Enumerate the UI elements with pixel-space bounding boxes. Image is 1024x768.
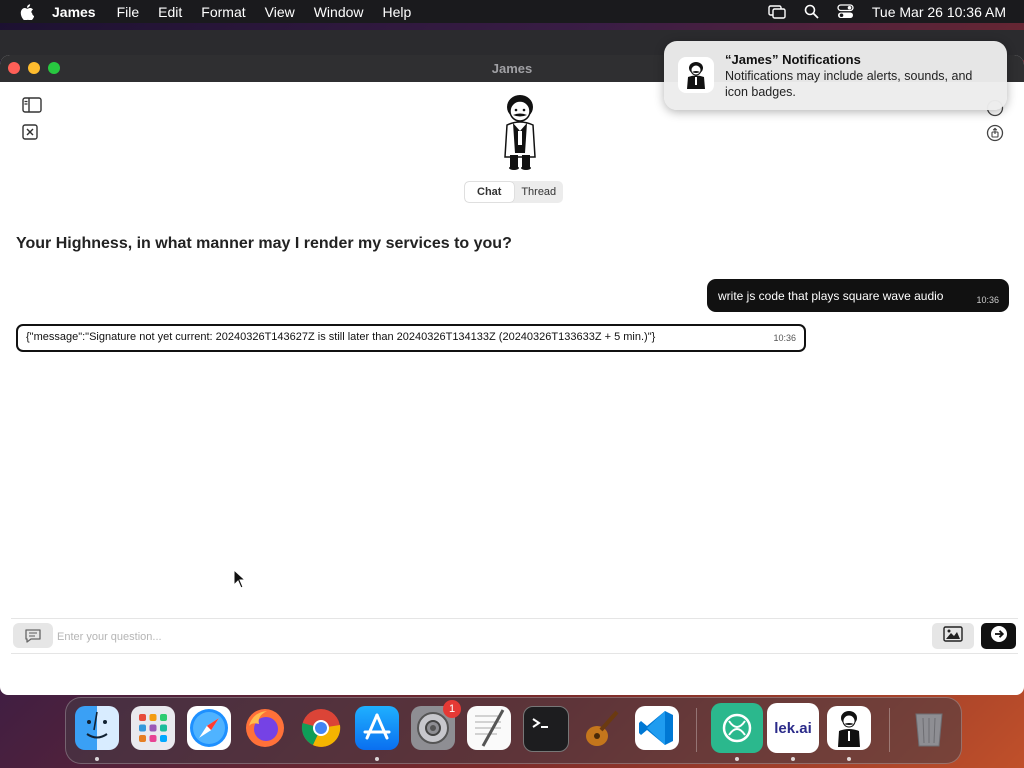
finder-running-indicator bbox=[95, 757, 99, 761]
chat-bubble-icon[interactable] bbox=[13, 623, 53, 648]
apple-icon[interactable] bbox=[18, 3, 36, 21]
notification-banner[interactable]: “James” Notifications Notifications may … bbox=[664, 41, 1007, 110]
assistant-message-text: {"message":"Signature not yet current: 2… bbox=[26, 331, 656, 343]
menu-clock[interactable]: Tue Mar 26 10:36 AM bbox=[872, 4, 1006, 20]
image-icon bbox=[943, 625, 963, 647]
james-icon[interactable] bbox=[827, 706, 871, 750]
chatgpt-icon[interactable] bbox=[711, 703, 763, 753]
assistant-message-time: 10:36 bbox=[773, 333, 796, 343]
launchpad-icon[interactable] bbox=[131, 706, 175, 750]
user-message-bubble: write js code that plays square wave aud… bbox=[707, 279, 1009, 312]
window-maximize-button[interactable] bbox=[48, 62, 60, 74]
user-message-text: write js code that plays square wave aud… bbox=[718, 289, 944, 303]
send-button[interactable] bbox=[981, 623, 1016, 649]
james-app-icon bbox=[678, 57, 714, 93]
question-input[interactable] bbox=[55, 625, 919, 649]
dock-separator bbox=[696, 708, 697, 752]
menu-view[interactable]: View bbox=[265, 4, 295, 20]
james-running-indicator bbox=[847, 757, 851, 761]
sidebar-toggle-icon[interactable] bbox=[22, 97, 44, 115]
vscode-icon[interactable] bbox=[635, 706, 679, 750]
lek-ai-icon[interactable]: lek.ai bbox=[767, 703, 819, 753]
app-store-icon[interactable] bbox=[355, 706, 399, 750]
trash-icon[interactable] bbox=[907, 706, 951, 750]
mouse-cursor-icon bbox=[233, 568, 247, 589]
firefox-icon[interactable] bbox=[243, 706, 287, 750]
system-settings-icon[interactable]: 1 bbox=[411, 700, 461, 750]
chatgpt-running-indicator bbox=[735, 757, 739, 761]
dock-separator-trash bbox=[889, 708, 890, 752]
question-input-bar bbox=[11, 618, 1018, 654]
menu-edit[interactable]: Edit bbox=[158, 4, 182, 20]
lek-ai-running-indicator bbox=[791, 757, 795, 761]
user-message-time: 10:36 bbox=[976, 295, 999, 305]
assistant-message-bubble: {"message":"Signature not yet current: 2… bbox=[16, 324, 806, 352]
share-icon[interactable] bbox=[986, 124, 1006, 144]
menu-format[interactable]: Format bbox=[201, 4, 245, 20]
menu-bar: James File Edit Format View Window Help … bbox=[0, 0, 1024, 23]
garageband-icon[interactable] bbox=[579, 706, 623, 750]
image-attach-button[interactable] bbox=[932, 623, 974, 649]
tab-thread[interactable]: Thread bbox=[515, 181, 564, 203]
chrome-icon[interactable] bbox=[299, 706, 343, 750]
spotlight-search-icon[interactable] bbox=[804, 4, 819, 19]
safari-icon[interactable] bbox=[187, 706, 231, 750]
textedit-icon[interactable] bbox=[467, 706, 511, 750]
screen-mirroring-icon[interactable] bbox=[768, 4, 786, 19]
menu-help[interactable]: Help bbox=[383, 4, 412, 20]
lek-ai-label: lek.ai bbox=[774, 719, 812, 737]
finder-icon[interactable] bbox=[75, 706, 119, 750]
menu-window[interactable]: Window bbox=[314, 4, 364, 20]
tab-chat[interactable]: Chat bbox=[465, 182, 514, 202]
menu-app-name[interactable]: James bbox=[52, 4, 96, 20]
butler-avatar-icon bbox=[495, 91, 545, 171]
menu-file[interactable]: File bbox=[117, 4, 140, 20]
notification-title: “James” Notifications bbox=[725, 52, 861, 67]
window-minimize-button[interactable] bbox=[28, 62, 40, 74]
chat-thread-segmented-control: Chat Thread bbox=[464, 181, 563, 203]
notification-body: Notifications may include alerts, sounds… bbox=[725, 69, 973, 99]
menu-bar-status: Tue Mar 26 10:36 AM bbox=[750, 0, 1006, 23]
terminal-icon[interactable] bbox=[523, 706, 569, 752]
app-store-running-indicator bbox=[375, 757, 379, 761]
window-title: James bbox=[491, 61, 533, 76]
close-chat-icon[interactable] bbox=[22, 124, 40, 142]
app-window: James Chat Thread Your Highness, in what… bbox=[0, 55, 1024, 695]
settings-badge: 1 bbox=[443, 700, 461, 718]
dock: 1 lek.ai bbox=[65, 697, 962, 764]
arrow-right-icon bbox=[990, 625, 1008, 648]
greeting-heading: Your Highness, in what manner may I rend… bbox=[16, 235, 512, 252]
window-close-button[interactable] bbox=[8, 62, 20, 74]
control-center-icon[interactable] bbox=[837, 4, 854, 19]
